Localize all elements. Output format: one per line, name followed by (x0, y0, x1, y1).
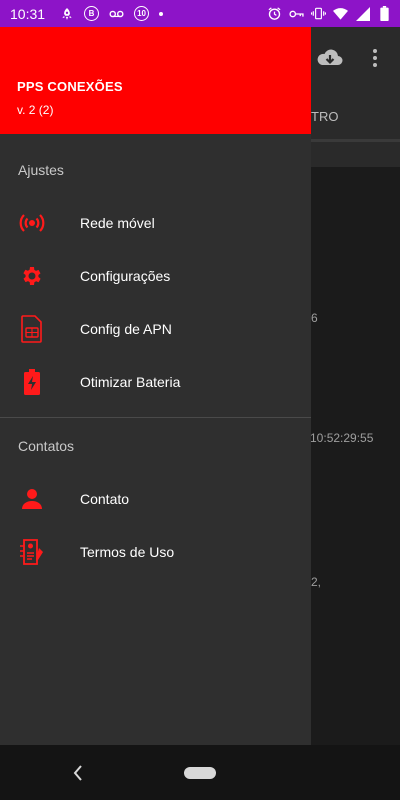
notification-icons: B 10 (59, 6, 164, 21)
app-version: v. 2 (2) (17, 103, 54, 117)
system-icons (267, 6, 392, 21)
section-title-contatos: Contatos (18, 438, 75, 454)
menu-label: Rede móvel (80, 215, 155, 231)
navigation-drawer: PPS CONEXÕES v. 2 (2) Ajustes Rede móvel… (0, 27, 311, 745)
vpn-key-icon (289, 6, 304, 21)
background-tab[interactable]: TRO (311, 109, 338, 124)
menu-label: Configurações (80, 268, 171, 284)
status-bar: 10:31 B 10 (0, 0, 400, 27)
section-divider (0, 417, 311, 418)
background-text-line: 6 (311, 311, 318, 325)
menu-item-termos-de-uso[interactable]: Termos de Uso (0, 527, 311, 577)
menu-item-contato[interactable]: Contato (0, 474, 311, 524)
alarm-icon (267, 6, 282, 21)
wifi-icon (333, 6, 348, 21)
voicemail-icon (109, 6, 124, 21)
menu-label: Contato (80, 491, 130, 507)
status-time: 10:31 (10, 5, 46, 22)
system-navigation-bar (0, 745, 400, 800)
home-pill-icon[interactable] (184, 767, 216, 779)
more-options-icon[interactable] (368, 47, 382, 69)
battery-charging-icon (18, 368, 46, 396)
menu-label: Otimizar Bateria (80, 374, 181, 390)
rocket-icon (59, 6, 74, 21)
background-text-line: 2, (311, 575, 322, 589)
menu-item-otimizar-bateria[interactable]: Otimizar Bateria (0, 357, 311, 407)
menu-item-configuracoes[interactable]: Configurações (0, 251, 311, 301)
menu-item-config-apn[interactable]: Config de APN (0, 304, 311, 354)
drawer-header: PPS CONEXÕES v. 2 (2) (0, 27, 311, 134)
battery-icon (377, 6, 392, 21)
menu-label: Termos de Uso (80, 544, 175, 560)
ten-badge-icon: 10 (134, 6, 150, 21)
vibrate-icon (311, 6, 326, 21)
document-icon (18, 538, 46, 566)
background-text-line: e:10:52:29:55 (300, 431, 374, 445)
gear-icon (18, 262, 46, 290)
menu-label: Config de APN (80, 321, 172, 337)
cell-signal-icon (355, 6, 370, 21)
person-icon (18, 485, 46, 513)
sim-card-icon (18, 315, 46, 343)
signal-broadcast-icon (18, 209, 46, 237)
more-notifications-dot-icon (159, 11, 164, 16)
cloud-download-icon[interactable] (316, 47, 344, 69)
app-title: PPS CONEXÕES (17, 79, 123, 94)
section-title-ajustes: Ajustes (18, 162, 64, 178)
b-badge-icon: B (84, 6, 100, 21)
menu-item-rede-movel[interactable]: Rede móvel (0, 198, 311, 248)
back-chevron-icon[interactable] (70, 763, 86, 783)
